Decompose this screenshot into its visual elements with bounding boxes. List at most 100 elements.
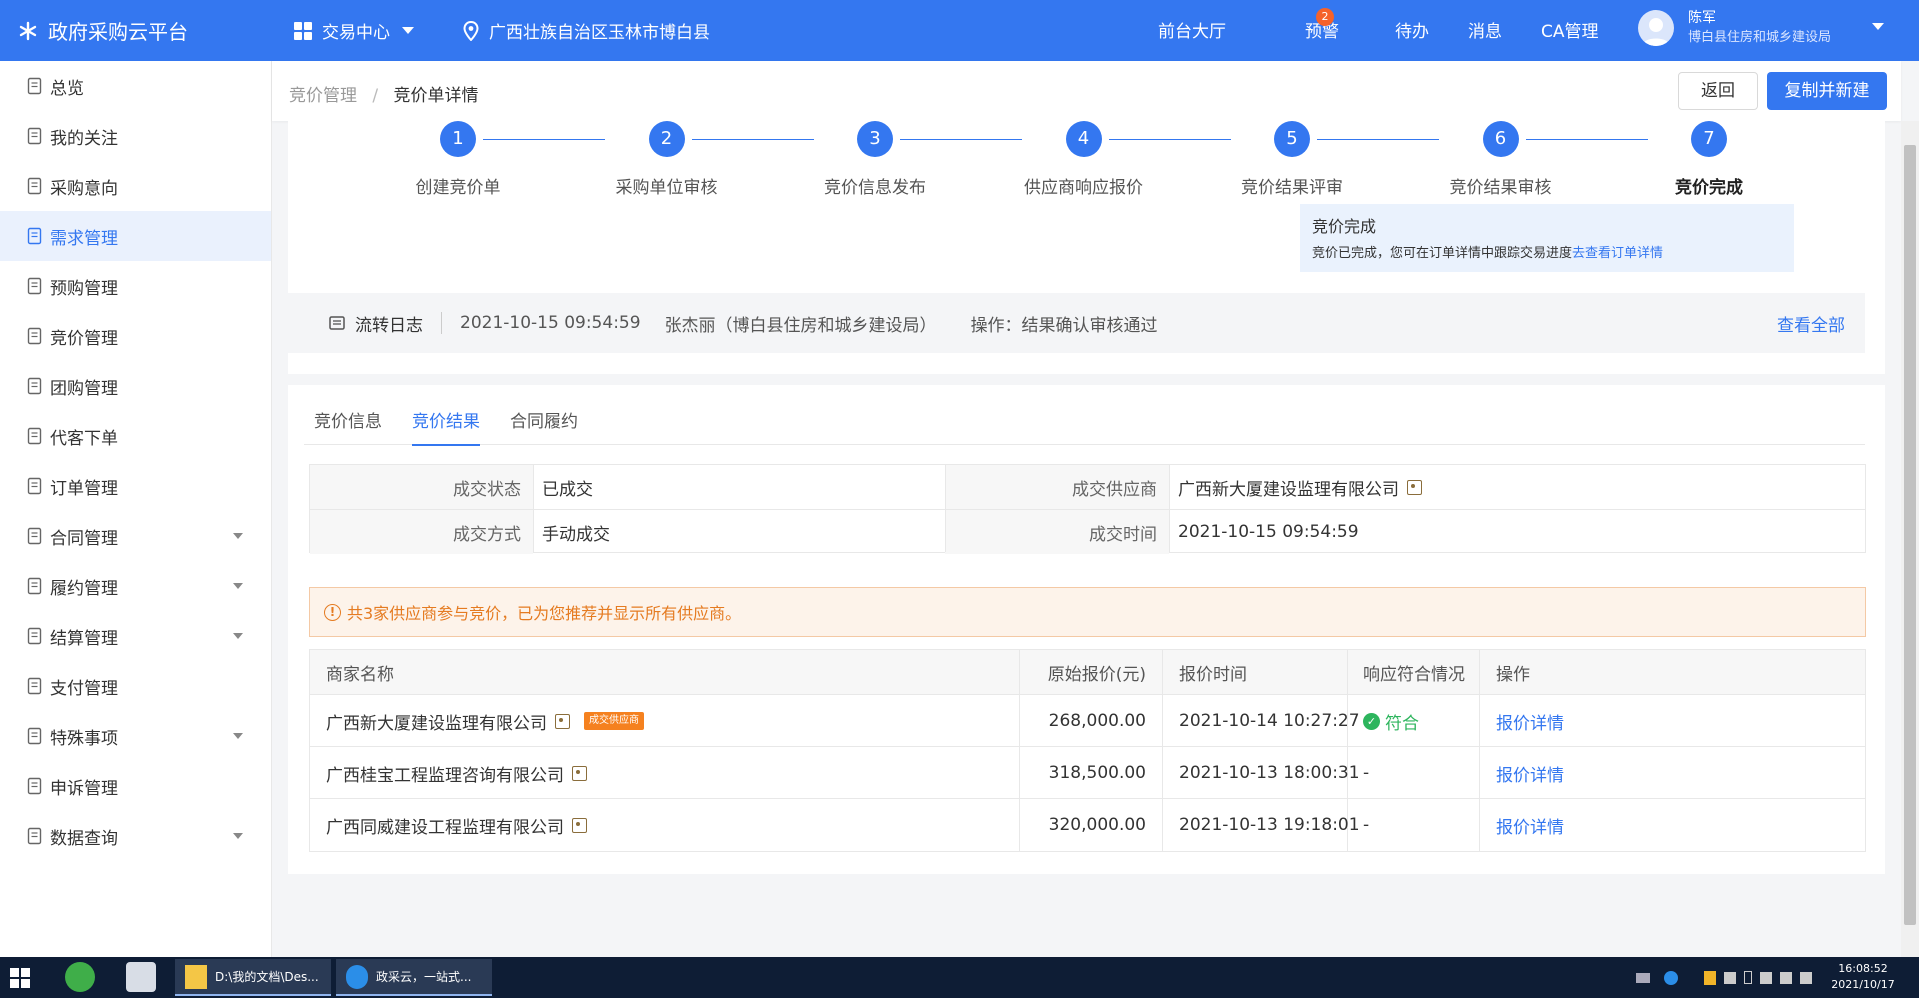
tab-bid-result[interactable]: 竞价结果 xyxy=(412,407,480,446)
chevron-down-icon[interactable] xyxy=(233,533,243,539)
sidebar-item-13[interactable]: 特殊事项 xyxy=(0,711,271,761)
sidebar-item-1[interactable]: 我的关注 xyxy=(0,111,271,161)
shield-icon[interactable] xyxy=(1704,970,1716,985)
user-chevron-down-icon[interactable] xyxy=(1872,23,1884,30)
user-menu[interactable]: 陈军 博白县住房和城乡建设局 xyxy=(1638,8,1831,48)
sidebar-item-12[interactable]: 支付管理 xyxy=(0,661,271,711)
sidebar-item-11[interactable]: 结算管理 xyxy=(0,611,271,661)
tab-bid-info[interactable]: 竞价信息 xyxy=(314,407,382,444)
app-logo[interactable]: 政府采购云平台 xyxy=(18,16,188,45)
breadcrumb-separator: / xyxy=(372,86,379,106)
back-button[interactable]: 返回 xyxy=(1678,72,1758,110)
user-icon xyxy=(1642,18,1670,46)
sidebar-item-label: 我的关注 xyxy=(50,128,118,149)
trade-center-menu[interactable]: 交易中心 xyxy=(294,18,414,43)
keyboard-icon[interactable] xyxy=(1636,972,1650,983)
flow-log-operation: 操作：结果确认审核通过 xyxy=(970,315,1158,336)
chevron-down-icon[interactable] xyxy=(233,583,243,589)
merchant-name[interactable]: 广西桂宝工程监理咨询有限公司 xyxy=(326,761,564,786)
contact-card-icon[interactable] xyxy=(572,765,587,781)
sidebar-item-4[interactable]: 预购管理 xyxy=(0,261,271,311)
location-selector[interactable]: 广西壮族自治区玉林市博白县 xyxy=(463,18,710,43)
trade-center-label: 交易中心 xyxy=(322,23,390,43)
sidebar-item-9[interactable]: 合同管理 xyxy=(0,511,271,561)
folder-icon xyxy=(185,965,207,989)
table-row: 广西新大厦建设监理有限公司 成交供应商 268,000.00 2021-10-14 1… xyxy=(310,695,1865,747)
app-icon-green[interactable] xyxy=(65,962,95,992)
cart-doc-icon xyxy=(26,277,44,295)
taskbar-clock[interactable]: 16:08:52 2021/10/17 xyxy=(1822,961,1904,993)
tray-app-icon[interactable] xyxy=(1664,970,1678,985)
merchant-name[interactable]: 广西同威建设工程监理有限公司 xyxy=(326,813,564,838)
location-label: 广西壮族自治区玉林市博白县 xyxy=(489,23,710,43)
warning-icon: ! xyxy=(324,603,341,621)
winner-tag: 成交供应商 xyxy=(584,712,644,730)
time-cell: 2021-10-14 10:27:27 xyxy=(1179,711,1360,731)
network-icon[interactable] xyxy=(1760,971,1772,984)
link-warning[interactable]: 预警 2 xyxy=(1305,8,1395,42)
quote-detail-link[interactable]: 报价详情 xyxy=(1496,695,1564,747)
chevron-down-icon[interactable] xyxy=(233,833,243,839)
chevron-down-icon[interactable] xyxy=(233,633,243,639)
link-messages[interactable]: 消息 xyxy=(1468,17,1541,42)
taskbar-window-browser[interactable]: 政采云，一站式... xyxy=(336,959,492,996)
scrollbar-thumb[interactable] xyxy=(1904,145,1916,925)
step-number: 7 xyxy=(1691,121,1727,157)
settle-icon xyxy=(26,627,44,645)
sidebar-item-0[interactable]: 总览 xyxy=(0,61,271,111)
merchant-name[interactable]: 广西新大厦建设监理有限公司 xyxy=(326,709,547,734)
deal-supplier-name[interactable]: 广西新大厦建设监理有限公司 xyxy=(1178,475,1399,500)
detail-tabs: 竞价信息 竞价结果 合同履约 xyxy=(304,385,1865,446)
sidebar-item-15[interactable]: 数据查询 xyxy=(0,811,271,861)
tray-icon-a[interactable] xyxy=(1724,971,1736,984)
quote-detail-link[interactable]: 报价详情 xyxy=(1496,799,1564,851)
chevron-down-icon[interactable] xyxy=(233,733,243,739)
volume-icon[interactable] xyxy=(1800,971,1812,984)
contact-card-icon[interactable] xyxy=(572,817,587,833)
link-ca-management[interactable]: CA管理 xyxy=(1541,17,1599,42)
proxy-icon xyxy=(26,427,44,445)
order-icon xyxy=(26,477,44,495)
warning-badge: 2 xyxy=(1316,8,1334,26)
sidebar-item-2[interactable]: 采购意向 xyxy=(0,161,271,211)
users-icon xyxy=(26,127,44,145)
app-icon-tool[interactable] xyxy=(126,962,156,992)
view-all-link[interactable]: 查看全部 xyxy=(1777,311,1845,336)
completion-tip-desc: 竞价已完成，您可在订单详情中跟踪交易进度去查看订单详情 xyxy=(1312,242,1782,261)
quote-detail-link[interactable]: 报价详情 xyxy=(1496,747,1564,799)
sidebar-item-3[interactable]: 需求管理 xyxy=(0,211,271,261)
step-6: 6 竞价结果审核 xyxy=(1401,121,1601,198)
sidebar-item-label: 竞价管理 xyxy=(50,328,118,349)
link-todo[interactable]: 待办 xyxy=(1395,17,1468,42)
sidebar-item-5[interactable]: 竞价管理 xyxy=(0,311,271,361)
start-button[interactable] xyxy=(10,968,30,988)
user-org: 博白县住房和城乡建设局 xyxy=(1688,30,1832,45)
doc-icon xyxy=(26,227,44,245)
monitor-icon[interactable] xyxy=(1780,971,1792,984)
breadcrumb-parent[interactable]: 竞价管理 xyxy=(289,86,357,106)
tab-contract[interactable]: 合同履约 xyxy=(510,407,578,444)
sidebar-item-6[interactable]: 团购管理 xyxy=(0,361,271,411)
deal-supplier-value: 广西新大厦建设监理有限公司 xyxy=(1169,465,1669,509)
header-price: 原始报价(元) xyxy=(1047,665,1146,685)
step-label: 竞价结果审核 xyxy=(1449,178,1552,198)
contact-card-icon[interactable] xyxy=(555,713,570,729)
contact-card-icon[interactable] xyxy=(1407,479,1422,495)
grid-icon xyxy=(294,21,312,40)
step-number: 3 xyxy=(857,121,893,157)
step-2: 2 采购单位审核 xyxy=(567,121,767,198)
usb-icon[interactable] xyxy=(1744,971,1752,984)
view-order-link[interactable]: 去查看订单详情 xyxy=(1572,246,1663,261)
deal-supplier-label: 成交供应商 xyxy=(945,465,1169,509)
sidebar-item-14[interactable]: 申诉管理 xyxy=(0,761,271,811)
taskbar-window-explorer[interactable]: D:\我的文档\Des... xyxy=(175,959,331,996)
match-cell: - xyxy=(1363,763,1370,783)
step-number: 1 xyxy=(440,121,476,157)
sidebar-item-8[interactable]: 订单管理 xyxy=(0,461,271,511)
link-front-hall[interactable]: 前台大厅 xyxy=(1158,17,1305,42)
copy-new-button[interactable]: 复制并新建 xyxy=(1767,72,1887,110)
sidebar-item-7[interactable]: 代客下单 xyxy=(0,411,271,461)
clock-time: 16:08:52 xyxy=(1838,962,1888,975)
sidebar-item-10[interactable]: 履约管理 xyxy=(0,561,271,611)
location-pin-icon xyxy=(463,20,479,41)
